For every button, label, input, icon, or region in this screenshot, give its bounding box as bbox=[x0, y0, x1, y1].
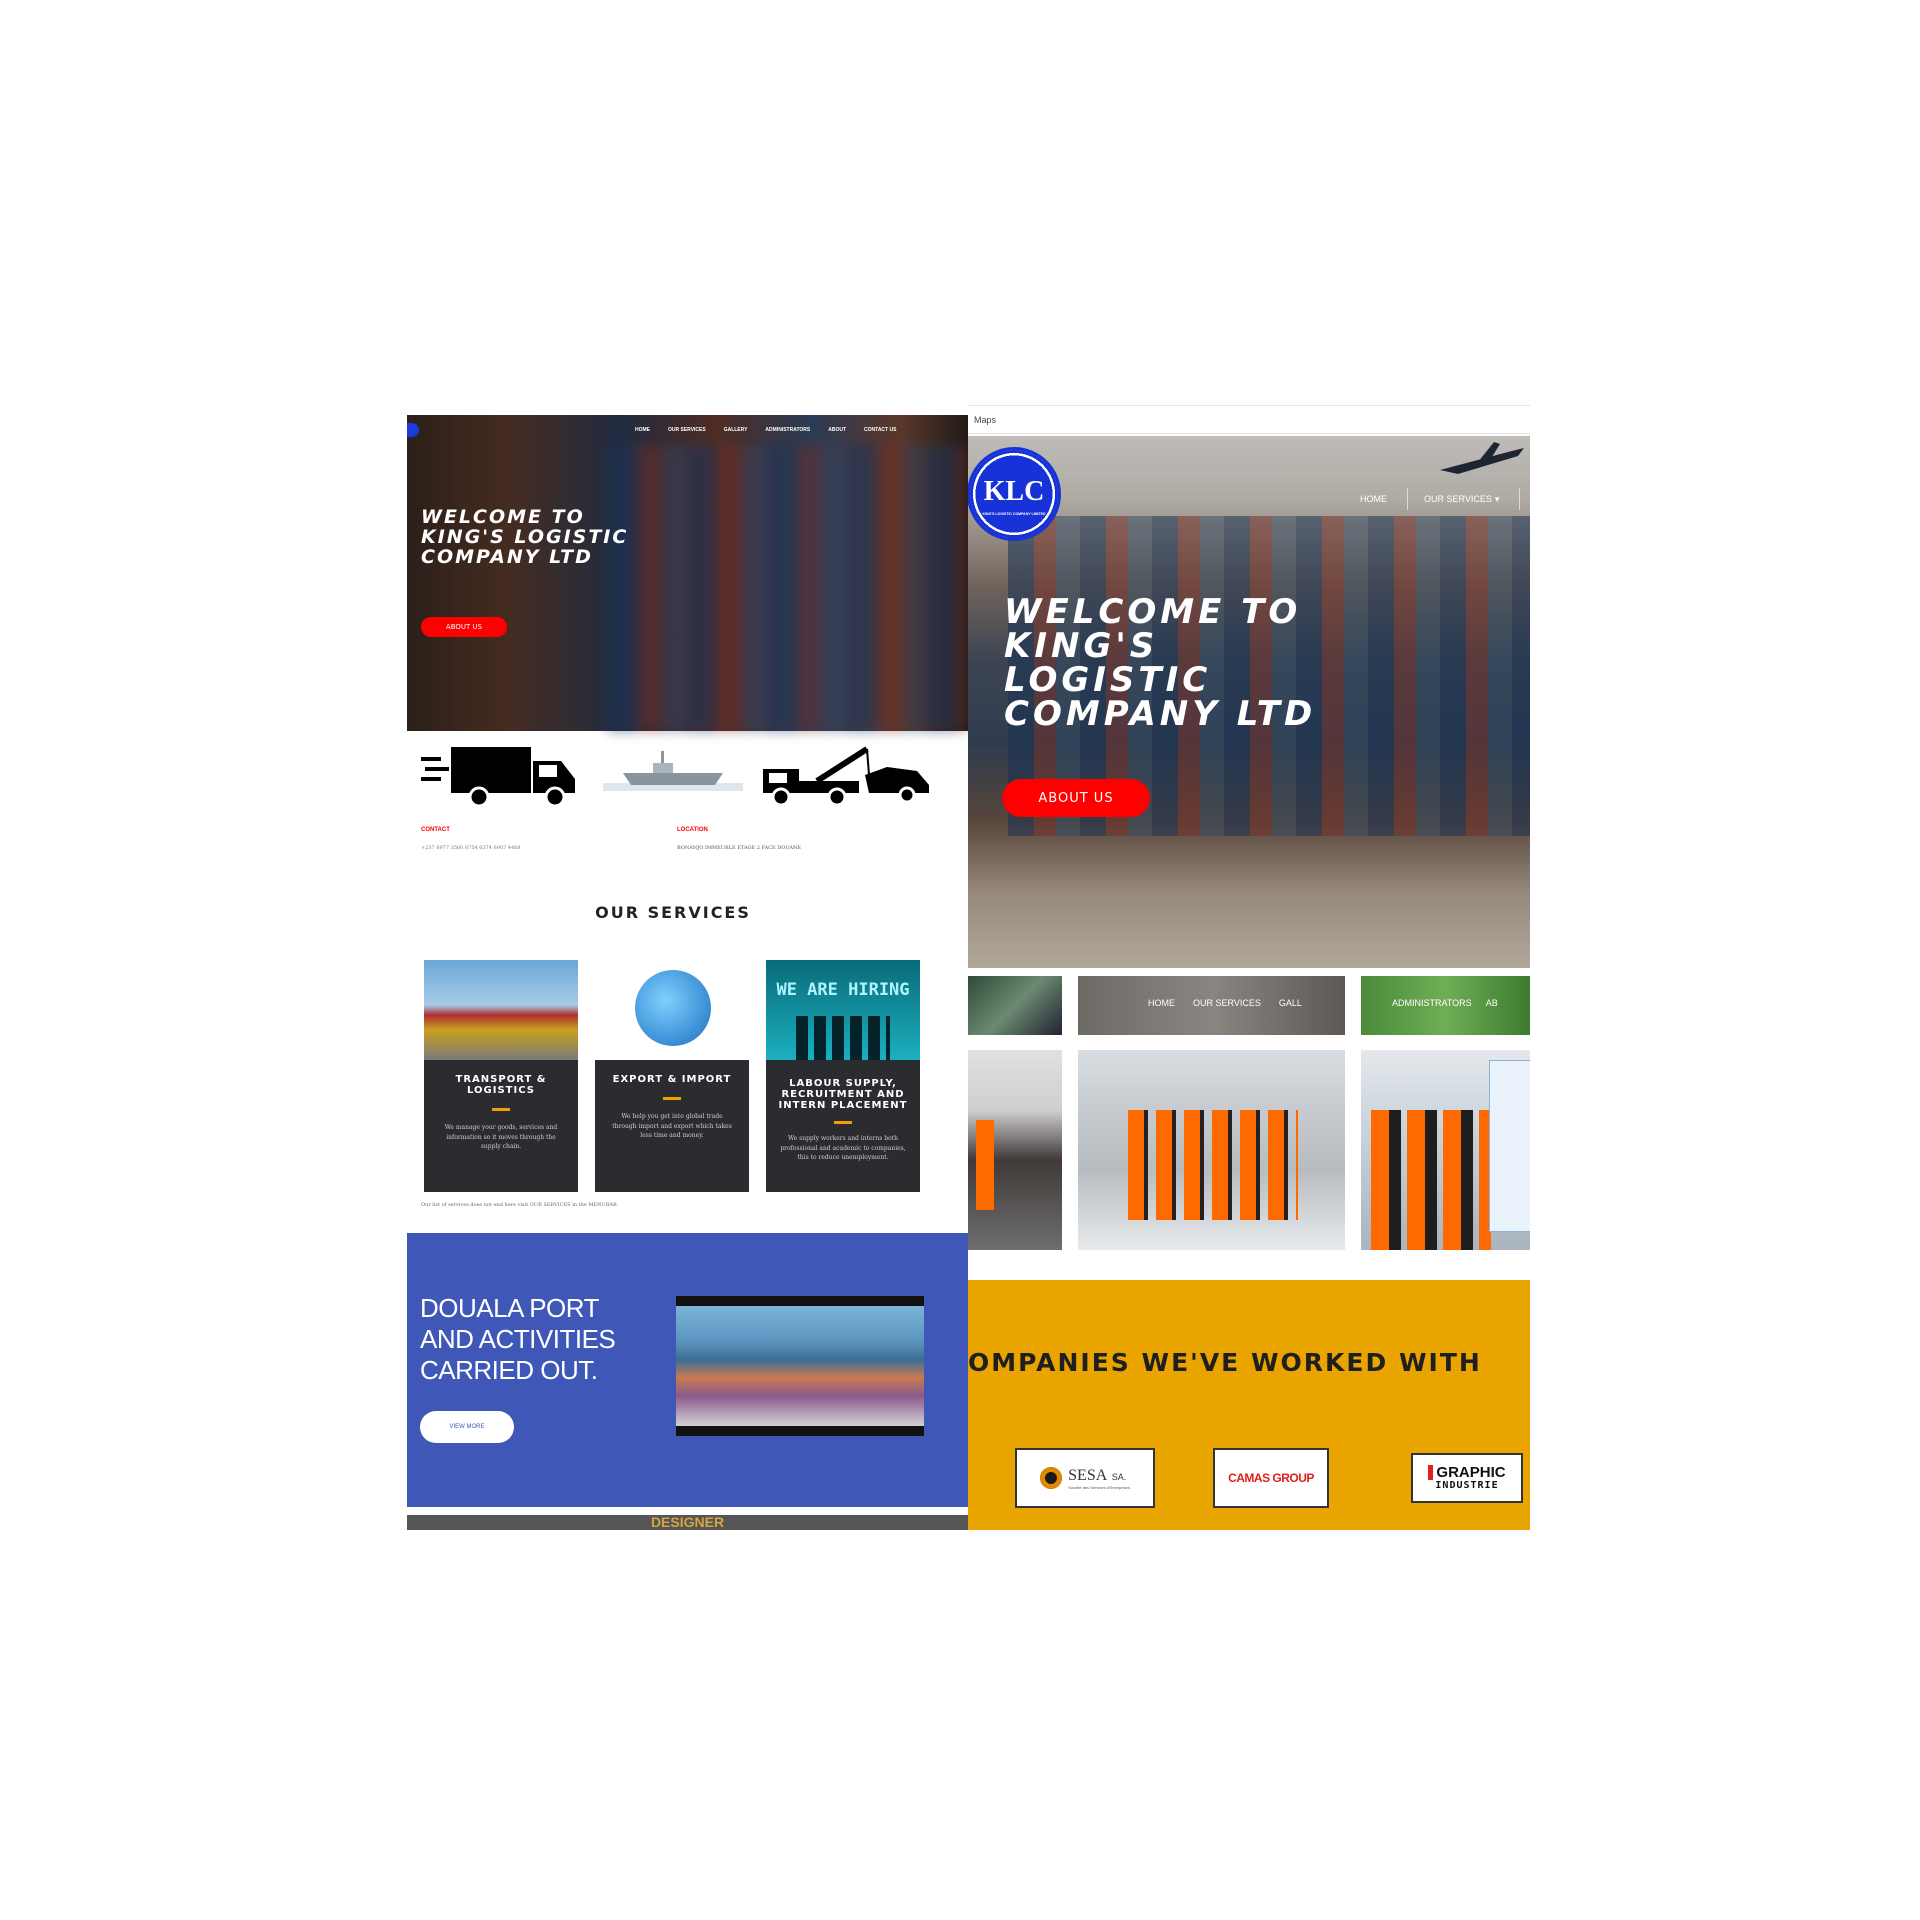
globe-transport-image bbox=[595, 960, 749, 1060]
location-label: LOCATION bbox=[677, 827, 708, 833]
douala-video-thumbnail[interactable] bbox=[676, 1296, 924, 1436]
hiring-image: WE ARE HIRING bbox=[766, 960, 920, 1060]
strip-nav-services[interactable]: OUR SERVICES bbox=[1193, 998, 1261, 1008]
nav-separator bbox=[1519, 488, 1520, 510]
service-card-labour[interactable]: WE ARE HIRING LABOUR SUPPLY, RECRUITMENT… bbox=[766, 960, 920, 1192]
nav-services[interactable]: OUR SERVICES bbox=[668, 427, 706, 433]
strip-nav-about[interactable]: AB bbox=[1486, 998, 1498, 1008]
company-logo-camas: CAMAS GROUP bbox=[1213, 1448, 1329, 1508]
company-logo-graphic: GRAPHIC INDUSTRIE bbox=[1411, 1453, 1523, 1503]
nav-home[interactable]: HOME bbox=[635, 427, 650, 433]
service-card-export[interactable]: EXPORT & IMPORT We help you get into glo… bbox=[595, 960, 749, 1192]
bottom-peek-text: DESIGNER bbox=[650, 1514, 725, 1530]
contact-value: +237 6977 3560 6754 6374 6907 4468 bbox=[421, 845, 521, 851]
service-text: We help you get into global trade throug… bbox=[612, 1113, 732, 1140]
truck-icon bbox=[421, 737, 581, 809]
service-divider bbox=[663, 1097, 681, 1100]
service-title: LABOUR SUPPLY, RECRUITMENT AND INTERN PL… bbox=[778, 1078, 908, 1111]
service-text: We manage your goods, services and infor… bbox=[444, 1124, 558, 1151]
service-text: We supply workers and interns both profe… bbox=[780, 1135, 906, 1162]
contact-label: CONTACT bbox=[421, 827, 450, 833]
left-screenshot: HOME OUR SERVICES GALLERY ADMINISTRATORS… bbox=[407, 415, 968, 1530]
sesa-tagline: Société des Services d'Entreprises bbox=[1068, 1484, 1130, 1490]
sesa-suffix: SA. bbox=[1111, 1471, 1127, 1482]
company-logo-sesa: SESA SA. Société des Services d'Entrepri… bbox=[1015, 1448, 1155, 1508]
services-footer-note: Our list of services does not end here v… bbox=[421, 1202, 617, 1208]
gallery-photo-team-port[interactable] bbox=[1078, 1050, 1345, 1250]
right-nav-home[interactable]: HOME bbox=[1360, 494, 1387, 504]
left-hero-title: WELCOME TO KING'S LOGISTIC COMPANY LTD bbox=[421, 506, 629, 568]
left-about-button[interactable]: ABOUT US bbox=[421, 617, 507, 637]
service-card-transport[interactable]: TRANSPORT & LOGISTICS We manage your goo… bbox=[424, 960, 578, 1192]
douala-section: DOUALA PORT AND ACTIVITIES CARRIED OUT. … bbox=[407, 1233, 968, 1507]
left-hero: HOME OUR SERVICES GALLERY ADMINISTRATORS… bbox=[407, 415, 968, 731]
top-divider bbox=[968, 405, 1530, 406]
right-hero-title: WELCOME TO KING'S LOGISTIC COMPANY LTD bbox=[1004, 592, 1317, 734]
companies-section: OMPANIES WE'VE WORKED WITH SESA SA. Soci… bbox=[968, 1280, 1530, 1530]
sesa-name: SESA bbox=[1068, 1466, 1108, 1484]
graphic-line2: INDUSTRIE bbox=[1435, 1480, 1499, 1491]
right-hero: KLC KING'S LOGISTIC COMPANY LIMITED HOME… bbox=[968, 436, 1530, 968]
sesa-eye-icon bbox=[1040, 1467, 1063, 1489]
right-nav-services[interactable]: OUR SERVICES ▾ bbox=[1424, 494, 1499, 505]
nav-separator bbox=[1407, 488, 1408, 510]
gallery-strip-1 bbox=[968, 976, 1062, 1035]
ship-icon bbox=[603, 743, 743, 803]
tow-truck-icon bbox=[757, 741, 937, 811]
strip-nav-right: ADMINISTRATORS AB bbox=[1392, 998, 1498, 1008]
service-divider bbox=[834, 1121, 852, 1124]
airplane-icon bbox=[1438, 440, 1528, 480]
hiring-banner: WE ARE HIRING bbox=[776, 980, 910, 1000]
camas-name: CAMAS GROUP bbox=[1228, 1471, 1314, 1485]
gallery-photo-team-office[interactable] bbox=[1361, 1050, 1530, 1250]
service-title: EXPORT & IMPORT bbox=[612, 1074, 732, 1085]
service-title: TRANSPORT & LOGISTICS bbox=[455, 1074, 547, 1096]
view-more-button[interactable]: VIEW MORE bbox=[420, 1411, 514, 1443]
port-crane-image bbox=[424, 960, 578, 1060]
nav-administrators[interactable]: ADMINISTRATORS bbox=[765, 427, 810, 433]
left-nav: HOME OUR SERVICES GALLERY ADMINISTRATORS… bbox=[635, 427, 896, 433]
tab-divider bbox=[968, 433, 1530, 434]
nav-contact[interactable]: CONTACT US bbox=[864, 427, 896, 433]
bottom-peek-strip: DESIGNER bbox=[407, 1515, 968, 1530]
logo-text: KLC bbox=[983, 476, 1045, 507]
right-nav-services-label: OUR SERVICES bbox=[1424, 494, 1492, 504]
hero-shade bbox=[407, 415, 968, 731]
graphic-name: GRAPHIC bbox=[1428, 1465, 1506, 1480]
nav-about[interactable]: ABOUT bbox=[828, 427, 846, 433]
right-about-button[interactable]: ABOUT US bbox=[1002, 779, 1150, 817]
strip-nav-home[interactable]: HOME bbox=[1148, 998, 1175, 1008]
nav-gallery[interactable]: GALLERY bbox=[724, 427, 748, 433]
klc-logo[interactable]: KLC KING'S LOGISTIC COMPANY LIMITED bbox=[970, 450, 1058, 538]
strip-nav-administrators[interactable]: ADMINISTRATORS bbox=[1392, 998, 1472, 1008]
services-heading: OUR SERVICES bbox=[595, 903, 751, 922]
logo-subtext: KING'S LOGISTIC COMPANY LIMITED bbox=[982, 512, 1046, 516]
gallery-photo-ship[interactable] bbox=[968, 1050, 1062, 1250]
service-divider bbox=[492, 1108, 510, 1111]
right-screenshot: Maps KLC KING'S LOGISTIC COMPANY LIMITED… bbox=[968, 405, 1530, 1530]
companies-heading: OMPANIES WE'VE WORKED WITH bbox=[968, 1348, 1482, 1377]
douala-title: DOUALA PORT AND ACTIVITIES CARRIED OUT. bbox=[420, 1293, 616, 1385]
chevron-down-icon: ▾ bbox=[1494, 494, 1500, 504]
strip-nav-gallery[interactable]: GALL bbox=[1279, 998, 1302, 1008]
maps-tab-label[interactable]: Maps bbox=[974, 415, 996, 425]
location-value: BONANJO IMMEUBLE ETAGE 2 FACE DOUANE bbox=[677, 845, 802, 851]
strip-nav: HOME OUR SERVICES GALL bbox=[1148, 998, 1302, 1008]
